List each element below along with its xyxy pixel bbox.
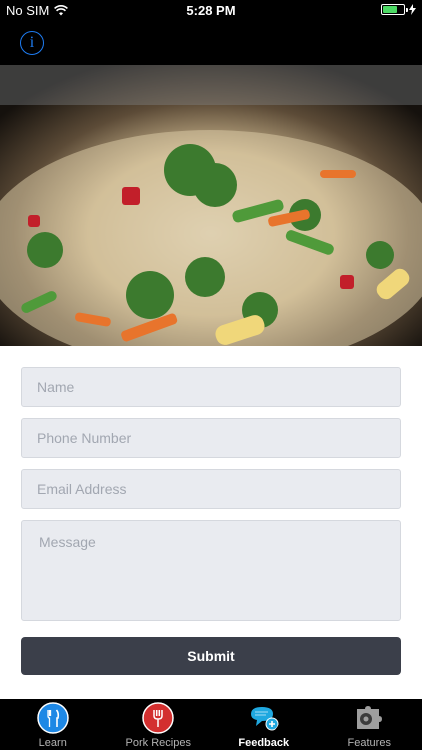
tab-bar: Learn Pork Recipes Feedback Features bbox=[0, 699, 422, 750]
chat-plus-icon bbox=[250, 707, 279, 731]
tab-feedback[interactable]: Feedback bbox=[211, 699, 317, 750]
tab-features[interactable]: Features bbox=[317, 699, 422, 750]
tab-pork-recipes[interactable]: Pork Recipes bbox=[106, 699, 212, 750]
cutlery-icon bbox=[37, 702, 69, 734]
nav-bar: i bbox=[0, 22, 422, 65]
phone-field[interactable] bbox=[21, 418, 401, 458]
tab-label-feedback: Feedback bbox=[238, 737, 290, 749]
puzzle-gear-icon bbox=[357, 706, 383, 729]
status-right bbox=[381, 4, 416, 15]
hero-image bbox=[0, 65, 422, 346]
battery-icon bbox=[381, 4, 408, 15]
tab-learn[interactable]: Learn bbox=[0, 699, 106, 750]
status-time: 5:28 PM bbox=[186, 3, 236, 18]
tab-label-features: Features bbox=[347, 737, 391, 749]
email-field[interactable] bbox=[21, 469, 401, 509]
submit-button[interactable]: Submit bbox=[21, 637, 401, 675]
feedback-form bbox=[21, 367, 401, 632]
name-field[interactable] bbox=[21, 367, 401, 407]
fried-rice-photo bbox=[0, 65, 422, 346]
message-field[interactable] bbox=[21, 520, 401, 621]
status-bar: No SIM 5:28 PM bbox=[0, 0, 422, 22]
bolt-icon bbox=[409, 4, 416, 15]
battery-fill bbox=[383, 6, 397, 13]
tab-label-learn: Learn bbox=[38, 737, 67, 749]
fork-icon bbox=[142, 702, 174, 734]
battery-tip bbox=[406, 8, 408, 12]
info-button[interactable]: i bbox=[20, 31, 44, 55]
tab-label-pork-recipes: Pork Recipes bbox=[125, 737, 191, 749]
